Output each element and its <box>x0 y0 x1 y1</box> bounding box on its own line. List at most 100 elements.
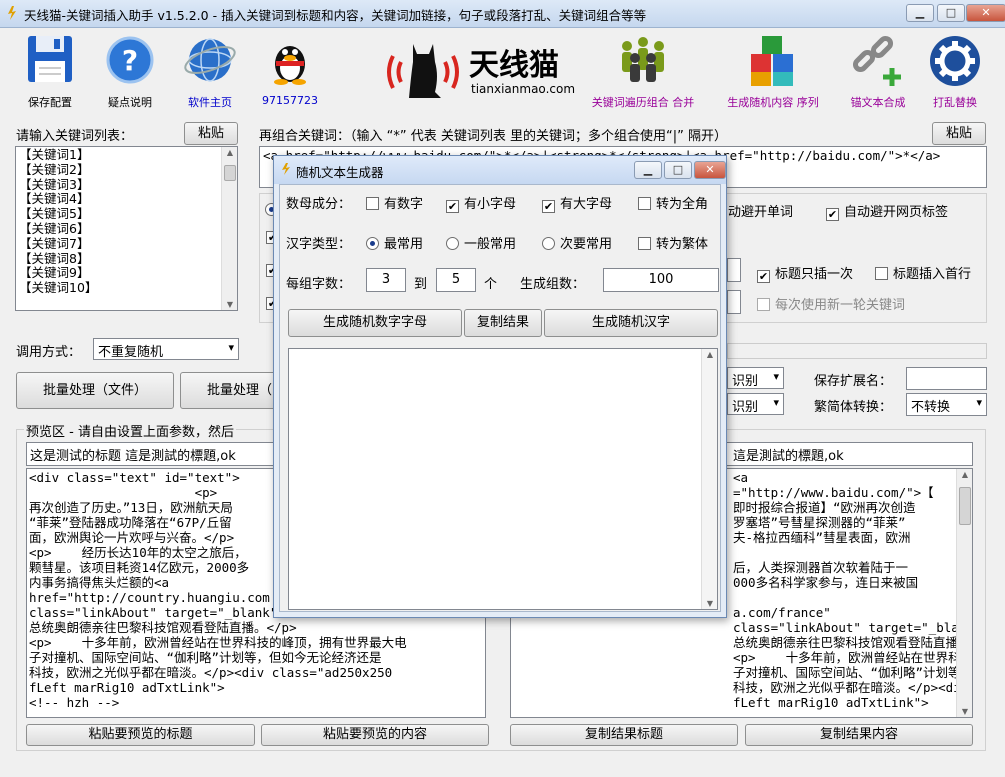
has-lowercase-label: 有小字母 <box>464 197 517 212</box>
keyword-list-input[interactable]: 【关键词1】 【关键词2】 【关键词3】 【关键词4】 【关键词5】 【关键词6】 【关键词… <box>15 146 238 311</box>
random-text-dialog: 随机文本生成器 ▁ □ ✕ 数母成分： 有数字 ✔ 有小字母 ✔ 有大字母 转为全角… <box>273 155 727 618</box>
keyword-list-item: 【关键词1】 <box>19 147 90 162</box>
keyword-list-item: 【关键词9】 <box>19 265 90 281</box>
dialog-close-button[interactable]: ✕ <box>694 161 726 179</box>
window-title: 天线猫-关键词插入助手 v1.5.2.0 - 插入关键词到标题和内容，关键词加链… <box>24 8 647 23</box>
qq-label: 97157723 <box>262 94 318 107</box>
batch-process-button[interactable]: 批量处理（ <box>180 372 280 409</box>
globe-icon <box>184 38 236 82</box>
conv-label: 繁简体转换： <box>814 400 893 415</box>
option-strip <box>727 343 987 359</box>
hidden-field-2[interactable] <box>727 290 741 314</box>
recognize-select-1[interactable]: 识别 <box>727 367 784 389</box>
traditional-checkbox[interactable]: 转为繁体 <box>638 233 708 252</box>
title-once-checkbox[interactable]: ✔ 标题只插一次 <box>757 263 853 283</box>
keyword-list-item: 【关键词5】 <box>19 206 90 222</box>
keyword-list-item: 【关键词2】 <box>19 161 90 177</box>
help-label: 疑点说明 <box>108 96 152 109</box>
close-button[interactable]: ✕ <box>966 4 1005 22</box>
paste-keywords-button[interactable]: 粘贴 <box>184 122 238 145</box>
paste-preview-content-button[interactable]: 粘贴要预览的内容 <box>261 724 489 746</box>
keyword-list-item: 【关键词6】 <box>19 220 90 236</box>
dialog-minimize-button[interactable]: ▁ <box>634 161 662 179</box>
title-first-check <box>875 267 888 280</box>
secondary-common-dot <box>542 237 555 250</box>
min-chars-input[interactable]: 3 <box>366 268 406 292</box>
generate-hanzi-button[interactable]: 生成随机汉字 <box>544 309 718 337</box>
save-ext-input[interactable] <box>906 367 987 390</box>
keyword-list-item: 【关键词4】 <box>19 191 90 207</box>
call-mode-select[interactable]: 不重复随机 <box>93 338 239 360</box>
new-round-checkbox[interactable]: 每次使用新一轮关键词 <box>757 294 905 313</box>
call-mode-label: 调用方式： <box>16 345 82 360</box>
preview-label: 预览区 - 请自由设置上面参数，然后 <box>24 421 236 440</box>
group-count-input[interactable]: 100 <box>603 268 719 292</box>
fullwidth-checkbox[interactable]: 转为全角 <box>638 193 708 212</box>
general-common-dot <box>446 237 459 250</box>
dialog-maximize-button[interactable]: □ <box>664 161 692 179</box>
avoid-tag-checkbox[interactable]: ✔ 自动避开网页标签 <box>826 201 948 221</box>
generated-output[interactable]: ▲ ▼ <box>288 348 718 610</box>
has-lowercase-check: ✔ <box>446 200 459 213</box>
has-uppercase-checkbox[interactable]: ✔ 有大字母 <box>542 193 612 213</box>
random-content-button[interactable]: 生成随机内容 序列 <box>718 30 828 112</box>
recombine-label: 再组合关键词：（输入 “*” 代表 关键词列表 里的关键词；多个组合使用“|” … <box>259 129 727 144</box>
title-once-check: ✔ <box>757 270 770 283</box>
save-config-button[interactable]: 保存配置 <box>10 30 90 112</box>
has-lowercase-checkbox[interactable]: ✔ 有小字母 <box>446 193 516 213</box>
group-count-label: 生成组数： <box>520 277 586 292</box>
max-chars-input[interactable]: 5 <box>436 268 476 292</box>
copy-result-title-button[interactable]: 复制结果标题 <box>510 724 738 746</box>
has-digits-check <box>366 197 379 210</box>
people-group-icon <box>622 37 664 82</box>
avoid-word-label: 动避开单词 <box>728 205 794 220</box>
maximize-button[interactable]: □ <box>937 4 965 22</box>
title-first-label: 标题插入首行 <box>893 267 972 282</box>
paste-preview-title-button[interactable]: 粘贴要预览的标题 <box>26 724 255 746</box>
has-uppercase-label: 有大字母 <box>560 197 613 212</box>
anchor-text-button[interactable]: 锚文本合成 <box>838 30 918 112</box>
recognize-select-2[interactable]: 识别 <box>727 393 784 415</box>
homepage-button[interactable]: 软件主页 <box>170 30 250 112</box>
has-digits-checkbox[interactable]: 有数字 <box>366 193 423 212</box>
keyword-list-item: 【关键词7】 <box>19 235 90 251</box>
secondary-common-label: 次要常用 <box>560 237 613 252</box>
count-per-group-label: 每组字数： <box>286 277 352 292</box>
svg-text:?: ? <box>122 44 138 77</box>
secondary-common-radio[interactable]: 次要常用 <box>542 233 612 252</box>
traditional-label: 转为繁体 <box>656 237 709 252</box>
title-once-label: 标题只插一次 <box>775 267 854 282</box>
copy-result-content-button[interactable]: 复制结果内容 <box>745 724 973 746</box>
anchor-text-label: 锚文本合成 <box>850 96 906 109</box>
chain-link-icon <box>852 35 901 86</box>
keyword-list-item: 【关键词10】 <box>19 280 98 296</box>
keyword-list-item: 【关键词3】 <box>19 176 90 192</box>
title-first-checkbox[interactable]: 标题插入首行 <box>875 263 971 282</box>
generated-output-text <box>289 349 717 353</box>
paste-combine-button[interactable]: 粘贴 <box>932 122 986 145</box>
batch-file-button[interactable]: 批量处理（文件） <box>16 372 174 409</box>
minimize-button[interactable]: ▁ <box>906 4 934 22</box>
dialog-app-icon <box>280 162 292 176</box>
conv-select[interactable]: 不转换 <box>906 393 987 416</box>
fullwidth-check <box>638 197 651 210</box>
keyword-combine-button[interactable]: 关键词遍历组合 合并 <box>588 30 698 112</box>
char-components-label: 数母成分： <box>286 197 352 212</box>
generate-alnum-button[interactable]: 生成随机数字字母 <box>288 309 462 337</box>
dialog-titlebar: 随机文本生成器 ▁ □ ✕ <box>274 156 726 184</box>
general-common-radio[interactable]: 一般常用 <box>446 233 516 252</box>
avoid-tag-check: ✔ <box>826 208 839 221</box>
shuffle-replace-button[interactable]: 打乱替换 <box>915 30 995 112</box>
help-button[interactable]: ? 疑点说明 <box>90 30 170 112</box>
new-round-label: 每次使用新一轮关键词 <box>775 298 906 313</box>
has-digits-label: 有数字 <box>384 197 424 212</box>
copy-result-button[interactable]: 复制结果 <box>464 309 542 337</box>
most-common-radio[interactable]: 最常用 <box>366 233 423 252</box>
keyword-list-label: 请输入关键词列表： <box>16 129 134 144</box>
to-label: 到 <box>414 277 428 292</box>
hidden-field-1[interactable] <box>727 258 741 282</box>
save-config-label: 保存配置 <box>28 96 72 109</box>
unit-label: 个 <box>484 277 498 292</box>
qq-button[interactable]: 97157723 <box>250 30 330 112</box>
general-common-label: 一般常用 <box>464 237 517 252</box>
